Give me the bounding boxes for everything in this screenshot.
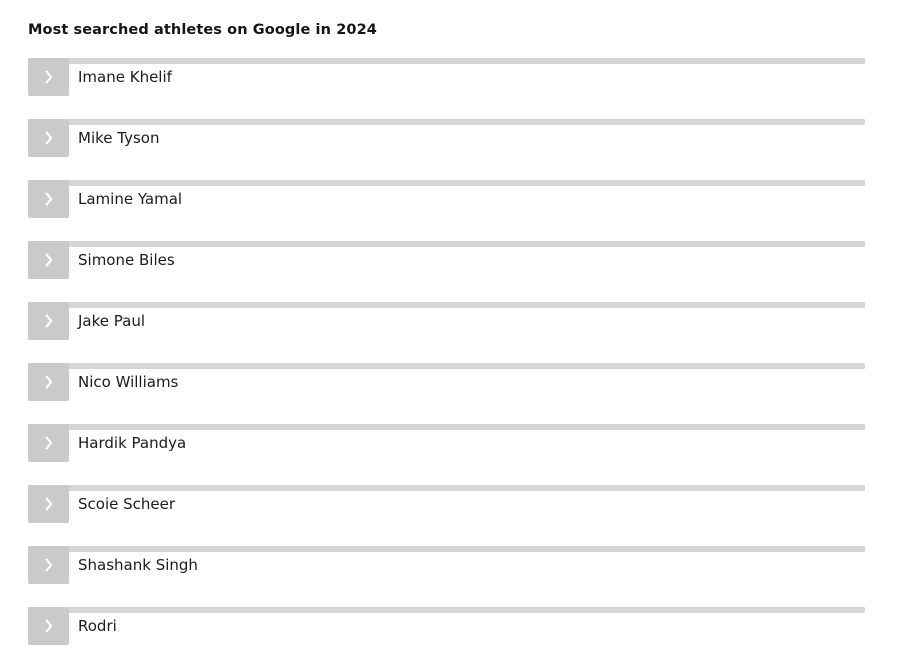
athlete-name: Imane Khelif — [78, 68, 172, 86]
athlete-name: Lamine Yamal — [78, 190, 183, 208]
item-body: Simone Biles — [28, 241, 865, 283]
athlete-name: Mike Tyson — [78, 129, 160, 147]
list-item[interactable]: Lamine Yamal — [0, 176, 904, 237]
athlete-name: Shashank Singh — [78, 556, 198, 574]
list-item[interactable]: Simone Biles — [0, 237, 904, 298]
list-item[interactable]: Jake Paul — [0, 298, 904, 359]
list-item[interactable]: Mike Tyson — [0, 115, 904, 176]
list-item[interactable]: Shashank Singh — [0, 542, 904, 603]
list-item[interactable]: Rodri — [0, 603, 904, 664]
list-item[interactable]: Hardik Pandya — [0, 420, 904, 481]
athlete-name: Rodri — [78, 617, 117, 635]
chevron-right-icon — [42, 617, 56, 635]
chevron-right-icon — [42, 68, 56, 86]
item-body: Imane Khelif — [28, 58, 865, 100]
athlete-name: Jake Paul — [78, 312, 146, 330]
chevron-right-icon — [42, 495, 56, 513]
expand-button-6[interactable] — [28, 424, 69, 462]
page-root: Most searched athletes on Google in 2024… — [0, 0, 904, 666]
item-body: Lamine Yamal — [28, 180, 865, 222]
chevron-right-icon — [42, 129, 56, 147]
item-body: Nico Williams — [28, 363, 865, 405]
expand-button-1[interactable] — [28, 119, 69, 157]
chevron-right-icon — [42, 312, 56, 330]
item-body: Mike Tyson — [28, 119, 865, 161]
chevron-right-icon — [42, 434, 56, 452]
list-item[interactable]: Nico Williams — [0, 359, 904, 420]
page-title: Most searched athletes on Google in 2024 — [28, 22, 377, 38]
expand-button-4[interactable] — [28, 302, 69, 340]
expand-button-8[interactable] — [28, 546, 69, 584]
expand-button-2[interactable] — [28, 180, 69, 218]
item-body: Scoie Scheer — [28, 485, 865, 527]
chevron-right-icon — [42, 373, 56, 391]
athlete-name: Hardik Pandya — [78, 434, 187, 452]
expand-button-3[interactable] — [28, 241, 69, 279]
chevron-right-icon — [42, 251, 56, 269]
athlete-list: Imane Khelif Mike Tyson Lamine Yamal Sim… — [0, 54, 904, 664]
list-item[interactable]: Imane Khelif — [0, 54, 904, 115]
item-body: Shashank Singh — [28, 546, 865, 588]
list-item[interactable]: Scoie Scheer — [0, 481, 904, 542]
chevron-right-icon — [42, 190, 56, 208]
expand-button-5[interactable] — [28, 363, 69, 401]
item-body: Hardik Pandya — [28, 424, 865, 466]
athlete-name: Simone Biles — [78, 251, 175, 269]
item-body: Jake Paul — [28, 302, 865, 344]
item-body: Rodri — [28, 607, 865, 649]
expand-button-7[interactable] — [28, 485, 69, 523]
athlete-name: Nico Williams — [78, 373, 179, 391]
expand-button-0[interactable] — [28, 58, 69, 96]
athlete-name: Scoie Scheer — [78, 495, 176, 513]
expand-button-9[interactable] — [28, 607, 69, 645]
chevron-right-icon — [42, 556, 56, 574]
